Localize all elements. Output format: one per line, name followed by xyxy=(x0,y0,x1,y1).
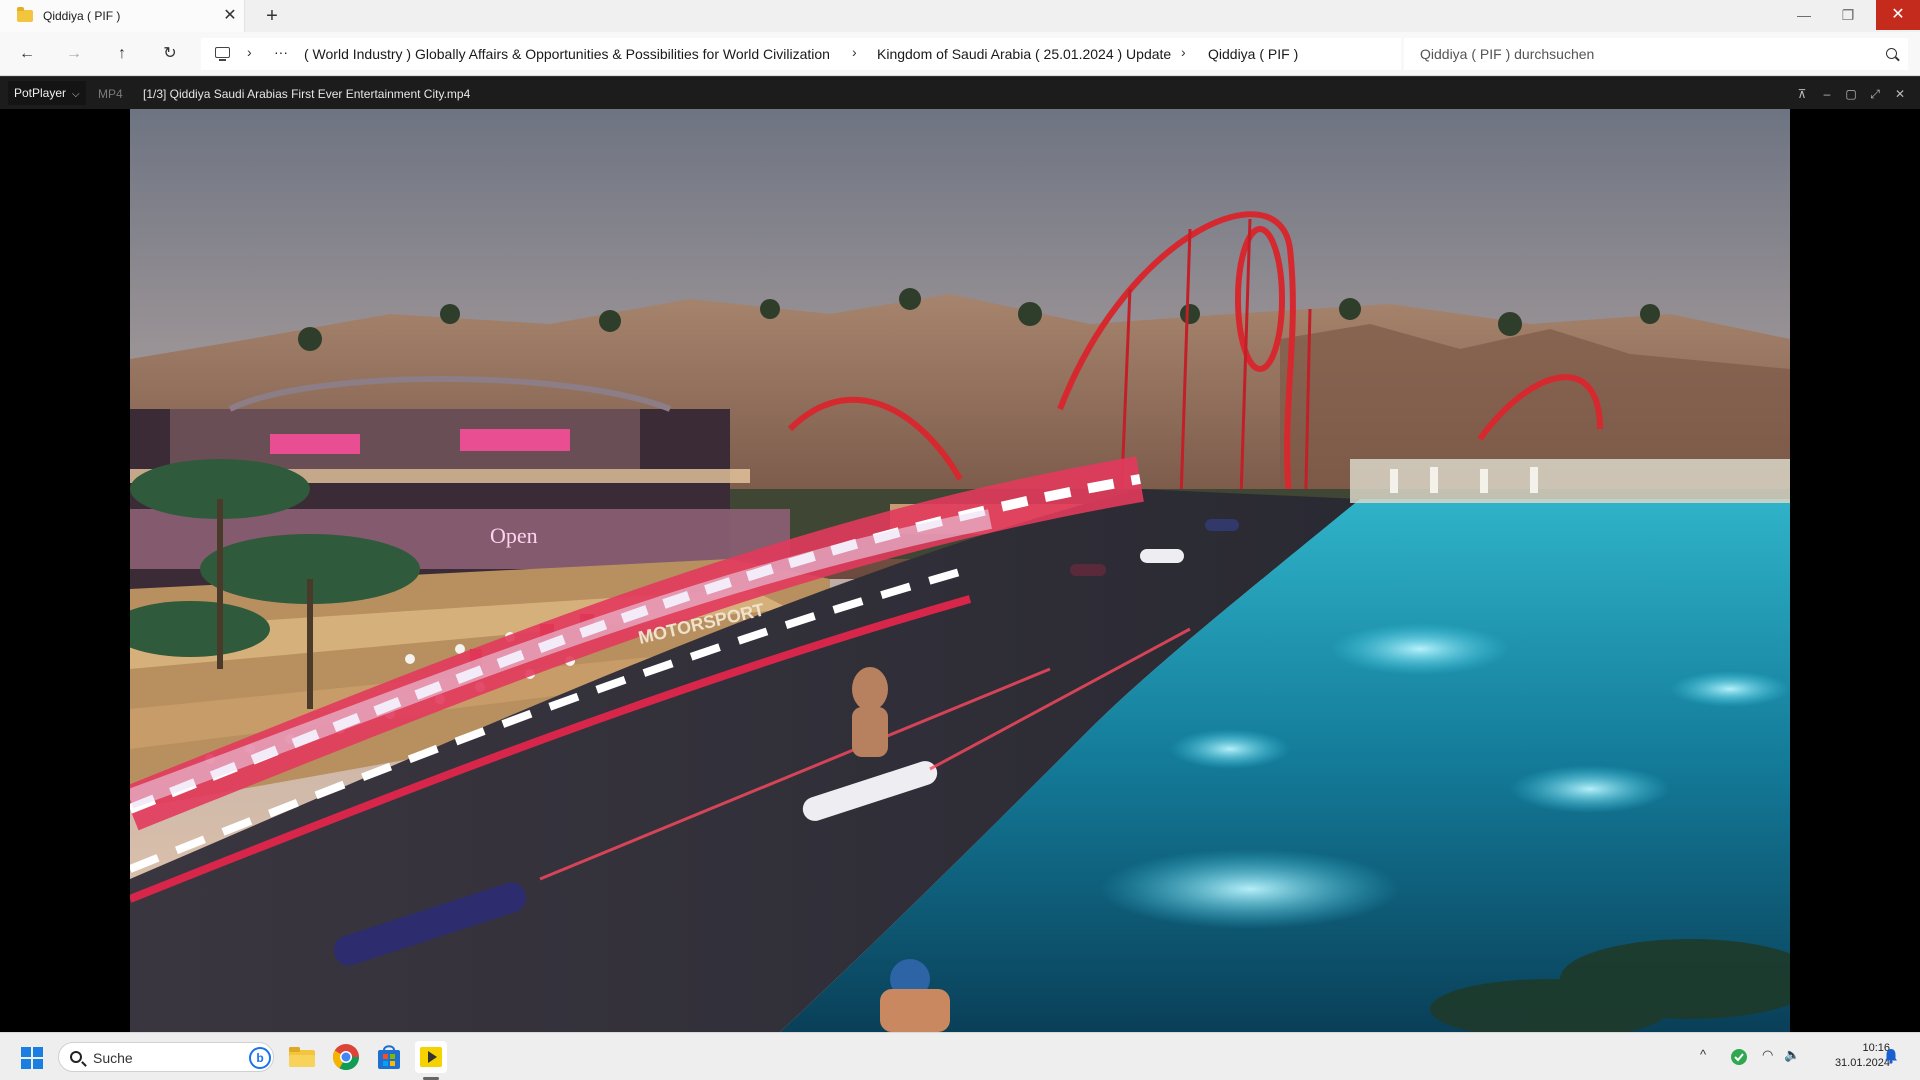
taskbar: Suche b ^ ◠ 🔈 10:16 31.01.2024 xyxy=(0,1032,1920,1080)
chevron-down-icon: ⌵ xyxy=(72,89,80,100)
breadcrumb-more-button[interactable]: ··· xyxy=(274,44,288,60)
notification-bell-icon[interactable] xyxy=(1884,1048,1898,1064)
search-icon[interactable] xyxy=(1886,48,1897,59)
folder-icon xyxy=(17,7,33,22)
forward-button[interactable]: → xyxy=(62,42,86,66)
breadcrumb: › ··· ( World Industry ) Globally Affair… xyxy=(201,38,1401,70)
back-button[interactable]: ← xyxy=(15,42,39,66)
folder-search-input[interactable] xyxy=(1404,38,1874,70)
pin-icon[interactable]: ⊼ xyxy=(1792,84,1812,104)
video-frame[interactable]: Open MOTORSPORT xyxy=(130,109,1790,1032)
player-close-button[interactable]: ✕ xyxy=(1890,84,1910,104)
microsoft-store-icon[interactable] xyxy=(373,1041,405,1073)
potplayer-window: PotPlayer ⌵ MP4 [1/3] Qiddiya Saudi Arabi… xyxy=(0,76,1920,1032)
potplayer-menu-button[interactable]: PotPlayer ⌵ xyxy=(8,81,86,105)
security-shield-icon[interactable] xyxy=(1730,1048,1748,1066)
window-close-button[interactable]: ✕ xyxy=(1876,0,1920,30)
player-fullscreen-button[interactable]: ⤢ xyxy=(1865,84,1885,104)
player-title-bar: PotPlayer ⌵ MP4 [1/3] Qiddiya Saudi Arabi… xyxy=(0,76,1920,109)
potplayer-brand-label: PotPlayer xyxy=(14,86,67,100)
window-restore-button[interactable]: ❐ xyxy=(1826,0,1870,30)
player-maximize-button[interactable]: ▢ xyxy=(1841,84,1861,104)
this-pc-icon[interactable] xyxy=(215,47,230,61)
address-bar: ← → ↑ ↻ › ··· ( World Industry ) Globall… xyxy=(0,32,1920,76)
refresh-button[interactable]: ↻ xyxy=(158,42,182,66)
taskbar-search-box[interactable]: Suche b xyxy=(58,1042,274,1072)
breadcrumb-separator[interactable]: › xyxy=(247,44,252,60)
new-tab-button[interactable]: + xyxy=(260,4,284,28)
file-explorer-icon[interactable] xyxy=(286,1041,318,1073)
breadcrumb-item-qiddiya[interactable]: Qiddiya ( PIF ) xyxy=(1208,46,1298,62)
clock-date: 31.01.2024 xyxy=(1834,1057,1890,1069)
tab-bar: Qiddiya ( PIF ) ✕ + — ❐ ✕ xyxy=(0,0,1920,32)
up-button[interactable]: ↑ xyxy=(110,42,134,66)
tray-overflow-chevron-icon[interactable]: ^ xyxy=(1700,1047,1706,1062)
breadcrumb-separator[interactable]: › xyxy=(1181,44,1186,60)
potplayer-taskbar-icon[interactable] xyxy=(415,1041,447,1073)
volume-icon[interactable]: 🔈 xyxy=(1784,1047,1800,1063)
system-clock[interactable]: 10:16 31.01.2024 xyxy=(1806,1041,1890,1071)
windows-start-icon[interactable] xyxy=(21,1047,43,1069)
video-scene-image: Open MOTORSPORT xyxy=(130,109,1790,1032)
window-minimize-button[interactable]: — xyxy=(1782,0,1826,30)
format-badge: MP4 xyxy=(98,87,123,101)
breadcrumb-item-world-industry[interactable]: ( World Industry ) Globally Affairs & Op… xyxy=(304,46,830,62)
search-icon xyxy=(70,1051,82,1063)
scene-sign-text: Open xyxy=(490,523,538,548)
breadcrumb-separator[interactable]: › xyxy=(852,44,857,60)
tab-close-icon[interactable]: ✕ xyxy=(220,6,240,26)
folder-search xyxy=(1404,38,1908,70)
chrome-icon[interactable] xyxy=(330,1041,362,1073)
breadcrumb-item-saudi-arabia[interactable]: Kingdom of Saudi Arabia ( 25.01.2024 ) U… xyxy=(877,46,1171,62)
tab-qiddiya[interactable]: Qiddiya ( PIF ) ✕ xyxy=(0,0,245,32)
taskbar-search-label: Suche xyxy=(93,1050,133,1066)
clock-time: 10:16 xyxy=(1862,1042,1890,1054)
player-minimize-button[interactable]: – xyxy=(1817,84,1837,104)
video-file-title: [1/3] Qiddiya Saudi Arabias First Ever E… xyxy=(143,87,471,101)
tab-title: Qiddiya ( PIF ) xyxy=(43,9,121,23)
bing-icon[interactable]: b xyxy=(249,1047,271,1069)
wifi-icon[interactable]: ◠ xyxy=(1762,1047,1773,1063)
